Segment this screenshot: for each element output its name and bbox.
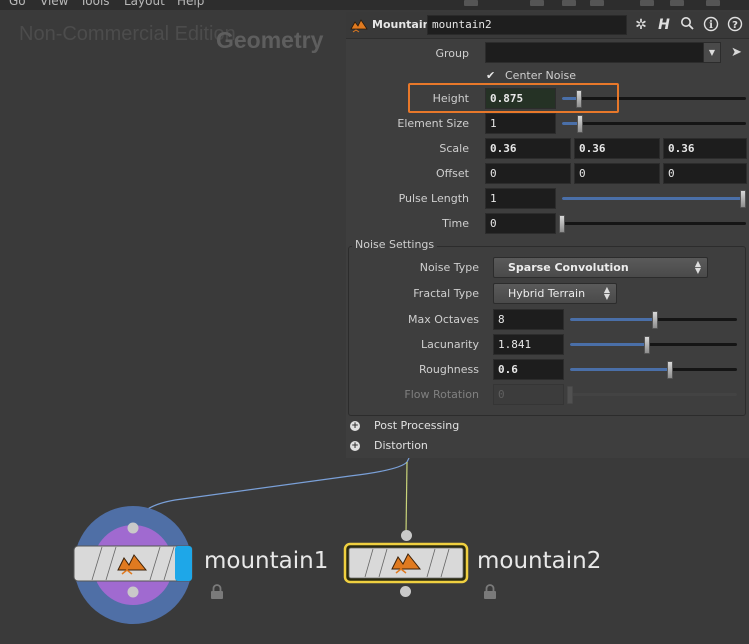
scale-z-field[interactable]: 0.36 [663,138,747,159]
offset-x-field[interactable]: 0 [485,163,571,184]
max-octaves-slider[interactable] [570,309,737,330]
roughness-slider[interactable] [570,359,737,380]
node-input-connector[interactable] [127,522,139,534]
node-output-connector[interactable] [127,586,139,598]
flow-rotation-row: Flow Rotation 0 [346,384,749,406]
updown-arrow-icon: ▲ ▼ [694,259,701,275]
offset-label: Offset [435,167,469,180]
lacunarity-slider[interactable] [570,334,737,355]
max-octaves-label: Max Octaves [407,313,479,326]
group-dropdown-arrow[interactable]: ▼ [703,42,721,63]
max-octaves-slider-knob[interactable] [652,311,659,329]
roughness-field[interactable]: 0.6 [493,359,564,380]
node-type-label: Mountain [372,18,431,31]
gear-icon[interactable]: ✲ [632,16,650,34]
folder-distortion-label: Distortion [374,439,428,452]
fractal-type-value: Hybrid Terrain [508,287,586,300]
help-icon[interactable]: ? [726,16,744,34]
folder-post-processing-label: Post Processing [374,419,460,432]
noise-settings-title: Noise Settings [352,238,438,251]
scale-row: Scale 0.36 0.36 0.36 [346,138,749,160]
node-mountain1-label[interactable]: mountain1 [204,548,328,574]
noise-type-row: Noise Type Sparse Convolution ▲ ▼ [346,257,749,279]
center-noise-checkbox[interactable]: ✔ [486,70,498,82]
max-octaves-row: Max Octaves 8 [346,309,749,331]
pulse-length-label: Pulse Length [398,192,469,205]
time-slider-knob[interactable] [559,215,565,233]
node-input-connector[interactable] [401,530,412,541]
folder-distortion[interactable]: + Distortion [350,438,745,456]
fractal-type-label: Fractal Type [413,287,479,300]
fractal-type-dropdown[interactable]: Hybrid Terrain ▲ ▼ [493,283,617,304]
offset-row: Offset 0 0 0 [346,163,749,185]
svg-text:i: i [709,20,713,31]
time-field[interactable]: 0 [485,213,556,234]
node-mountain2[interactable] [343,542,469,584]
element-size-label: Element Size [397,117,469,130]
node-output-connector[interactable] [400,586,411,597]
noise-type-value: Sparse Convolution [508,261,629,274]
group-label: Group [435,47,470,60]
wire-to-mountain2[interactable] [405,461,408,535]
center-noise-row: ✔ Center Noise [346,68,749,84]
node-mountain2-label[interactable]: mountain2 [477,548,601,574]
scale-label: Scale [439,142,469,155]
height-field[interactable]: 0.875 [485,88,556,109]
flow-rotation-slider-knob [567,386,573,404]
help-h-icon[interactable]: H [655,16,673,34]
pulse-length-field[interactable]: 1 [485,188,556,209]
element-size-field[interactable]: 1 [485,113,556,134]
lacunarity-label: Lacunarity [420,338,479,351]
info-icon[interactable]: i [702,16,720,34]
center-noise-label: Center Noise [505,69,577,82]
flow-rotation-field: 0 [493,384,564,405]
scale-y-field[interactable]: 0.36 [574,138,660,159]
display-flag[interactable] [175,546,192,581]
flow-rotation-slider [567,384,737,405]
expand-plus-icon[interactable]: + [350,441,360,451]
node-name-field[interactable]: mountain2 [427,15,627,35]
group-field[interactable] [485,42,710,63]
noise-type-label: Noise Type [419,261,479,274]
height-label: Height [432,92,469,105]
height-slider-knob[interactable] [575,90,582,108]
height-slider[interactable] [562,88,746,109]
lock-icon[interactable] [483,584,497,600]
select-arrow-icon[interactable]: ➤ [731,45,742,60]
pulse-length-row: Pulse Length 1 [346,188,749,210]
time-label: Time [442,217,469,230]
updown-arrow-icon: ▲ ▼ [603,285,610,301]
roughness-row: Roughness 0.6 [346,359,749,381]
fractal-type-row: Fractal Type Hybrid Terrain ▲ ▼ [346,283,749,305]
roughness-slider-knob[interactable] [667,361,674,379]
lock-icon[interactable] [210,584,224,600]
element-size-slider-knob[interactable] [577,115,584,133]
folder-post-processing[interactable]: + Post Processing [350,418,745,436]
flow-rotation-label: Flow Rotation [404,388,479,401]
pulse-length-slider-knob[interactable] [740,190,746,208]
lacunarity-row: Lacunarity 1.841 [346,334,749,356]
pulse-length-slider[interactable] [562,188,746,209]
parameter-header: Mountain mountain2 ✲ H i ? [346,12,749,39]
element-size-slider[interactable] [562,113,746,134]
roughness-label: Roughness [418,363,479,376]
parameter-panel: Mountain mountain2 ✲ H i ? Group ▼ ➤ ✔ C… [346,12,749,458]
group-row: Group ▼ ➤ [346,42,749,64]
element-size-row: Element Size 1 [346,113,749,135]
lacunarity-slider-knob[interactable] [643,336,650,354]
lacunarity-field[interactable]: 1.841 [493,334,564,355]
node-mountain1[interactable] [72,504,196,626]
max-octaves-field[interactable]: 8 [493,309,564,330]
svg-text:?: ? [732,20,738,31]
offset-z-field[interactable]: 0 [663,163,747,184]
search-icon[interactable] [678,16,696,34]
offset-y-field[interactable]: 0 [574,163,660,184]
height-row: Height 0.875 [346,88,749,110]
scale-x-field[interactable]: 0.36 [485,138,571,159]
mountain-node-icon [350,19,368,33]
noise-type-dropdown[interactable]: Sparse Convolution ▲ ▼ [493,257,708,278]
time-slider[interactable] [559,213,746,234]
expand-plus-icon[interactable]: + [350,421,360,431]
time-row: Time 0 [346,213,749,235]
